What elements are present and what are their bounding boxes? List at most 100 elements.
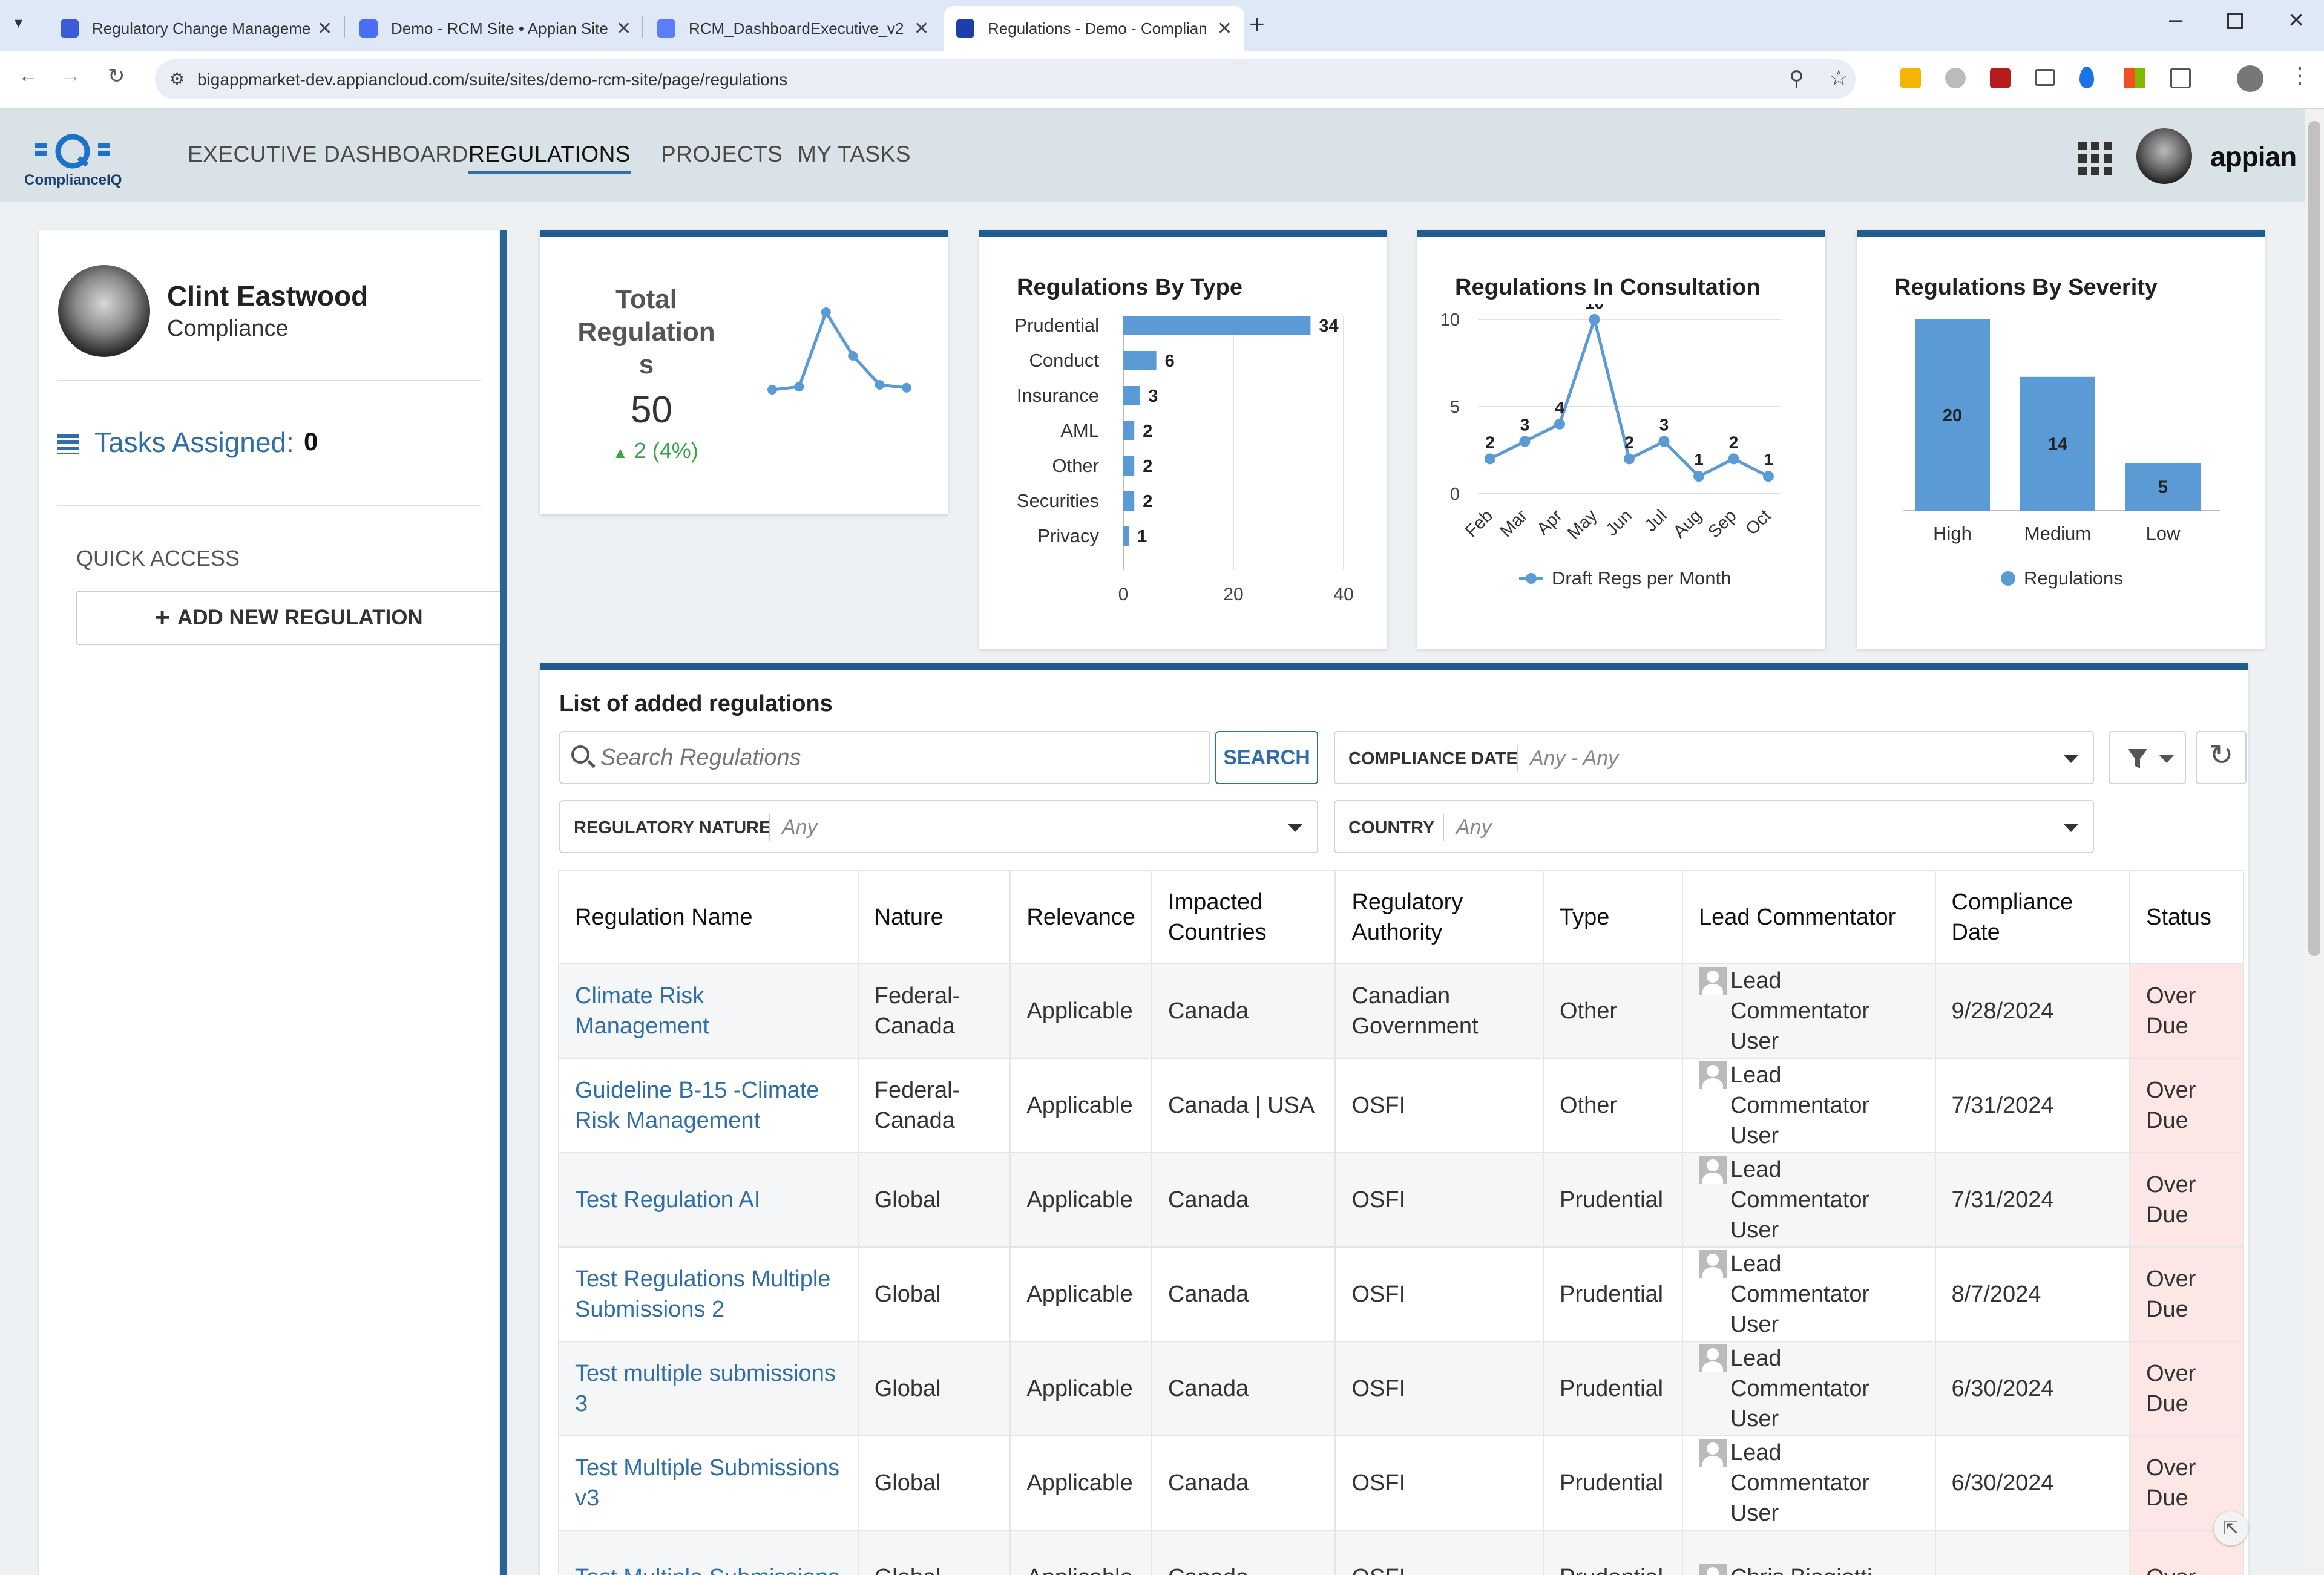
maximize-window-icon[interactable] bbox=[2227, 13, 2243, 29]
column-header[interactable]: Impacted Countries bbox=[1151, 870, 1336, 964]
search-icon-handle bbox=[587, 759, 596, 768]
chevron-down-icon bbox=[1288, 824, 1302, 832]
countries-cell: Canada bbox=[1151, 1152, 1336, 1248]
browser-menu-icon[interactable]: ⋮ bbox=[2289, 63, 2311, 88]
close-tab-icon[interactable]: ✕ bbox=[1217, 18, 1232, 39]
close-tab-icon[interactable]: ✕ bbox=[616, 18, 631, 39]
close-tab-icon[interactable]: ✕ bbox=[914, 18, 929, 39]
regulation-name-link[interactable]: Test Regulations Multiple Submissions 2 bbox=[558, 1246, 859, 1342]
table-row[interactable]: Test Regulation AI Global Applicable Canada… bbox=[558, 1152, 2244, 1248]
regulation-name-link[interactable]: Test multiple submissions 3 bbox=[558, 1341, 859, 1436]
data-label: 1 bbox=[1137, 527, 1147, 546]
profile-avatar-icon[interactable] bbox=[2237, 65, 2263, 92]
regulatory-nature-filter[interactable]: REGULATORY NATURE Any bbox=[559, 800, 1318, 853]
bookmark-star-icon[interactable]: ☆ bbox=[1829, 65, 1848, 91]
nav-my-tasks[interactable]: MY TASKS bbox=[798, 142, 911, 167]
extension-icon[interactable] bbox=[2079, 67, 2094, 88]
date-cell: 7/31/2024 bbox=[1934, 1058, 2131, 1153]
legend-marker bbox=[2001, 571, 2015, 586]
extension-icon[interactable] bbox=[1900, 68, 1921, 88]
country-filter[interactable]: COUNTRY Any bbox=[1334, 800, 2094, 853]
table-row[interactable]: Test Regulations Multiple Submissions 2G… bbox=[558, 1246, 2244, 1342]
column-header[interactable]: Nature bbox=[857, 870, 1011, 964]
browser-tab-3[interactable]: RCM_DashboardExecutive_v2 · ✕ bbox=[645, 6, 941, 51]
nav-executive-dashboard[interactable]: EXECUTIVE DASHBOARD bbox=[188, 142, 468, 167]
data-point bbox=[1519, 436, 1531, 447]
new-tab-icon[interactable]: + bbox=[1249, 10, 1265, 40]
x-tick-label: Oct bbox=[1742, 506, 1775, 539]
close-tab-icon[interactable]: ✕ bbox=[317, 18, 332, 39]
filter-separator bbox=[1517, 745, 1518, 772]
apps-grid-icon[interactable] bbox=[2078, 142, 2112, 175]
table-row[interactable]: Climate Risk Management Federal-Canada App… bbox=[558, 963, 2244, 1059]
x-tick-label: Jul bbox=[1641, 506, 1671, 535]
column-header[interactable]: Status bbox=[2129, 870, 2244, 964]
browser-tab-1[interactable]: Regulatory Change Manageme ✕ bbox=[48, 6, 344, 51]
close-window-icon[interactable]: ✕ bbox=[2288, 8, 2305, 33]
microsoft-icon[interactable] bbox=[2124, 68, 2145, 88]
search-button-label: SEARCH bbox=[1223, 745, 1310, 769]
countries-cell: Canada bbox=[1151, 1435, 1336, 1531]
browser-tab-2[interactable]: Demo - RCM Site • Appian Site ✕ bbox=[347, 6, 643, 51]
browser-tab-active[interactable]: Regulations - Demo - Complian ✕ bbox=[944, 6, 1244, 51]
scrollbar-thumb[interactable] bbox=[2308, 121, 2320, 956]
extension-icon[interactable] bbox=[1945, 68, 1966, 88]
nav-projects[interactable]: PROJECTS bbox=[661, 142, 783, 167]
page-scrollbar[interactable] bbox=[2305, 109, 2324, 1575]
extension-icon[interactable] bbox=[2035, 69, 2055, 86]
type-cell: Prudential bbox=[1543, 1530, 1683, 1575]
countries-cell: Canada bbox=[1151, 1246, 1336, 1342]
data-label: 3 bbox=[1659, 416, 1669, 434]
card-title: Regulations By Type bbox=[1017, 275, 1243, 300]
countries-cell: Canada bbox=[1151, 1530, 1336, 1575]
regulation-name-link[interactable]: Test Multiple Submissions v3 bbox=[558, 1435, 859, 1531]
tab-search-icon[interactable]: ▾ bbox=[15, 13, 22, 32]
filter-separator bbox=[769, 814, 770, 841]
forward-icon[interactable]: → bbox=[61, 64, 81, 88]
search-input[interactable] bbox=[600, 742, 1200, 773]
column-header[interactable]: Regulatory Authority bbox=[1334, 870, 1544, 964]
column-header[interactable]: Relevance bbox=[1009, 870, 1152, 964]
tab-separator bbox=[344, 16, 345, 38]
ublock-icon[interactable] bbox=[1990, 68, 2011, 88]
tasks-assigned-label[interactable]: Tasks Assigned: bbox=[94, 426, 294, 459]
data-point bbox=[1589, 314, 1600, 325]
refresh-button[interactable]: ↻ bbox=[2196, 731, 2247, 784]
regulation-name-link[interactable]: Climate Risk Management bbox=[558, 963, 859, 1059]
table-row[interactable]: Test multiple submissions 3 Global Applica… bbox=[558, 1341, 2244, 1436]
category-label: Securities bbox=[1017, 490, 1099, 511]
data-label: 14 bbox=[2048, 434, 2067, 454]
floating-select-icon[interactable]: ⇱ bbox=[2214, 1511, 2248, 1545]
date-cell: 7/31/2024 bbox=[1934, 1152, 2131, 1248]
add-new-regulation-button[interactable]: + ADD NEW REGULATION bbox=[76, 591, 501, 645]
table-row[interactable]: Guideline B-15 -Climate Risk Management F… bbox=[558, 1058, 2244, 1153]
zoom-icon[interactable]: ⚲ bbox=[1789, 67, 1804, 91]
column-header[interactable]: Regulation Name bbox=[558, 870, 859, 964]
minimize-window-icon[interactable]: – bbox=[2169, 6, 2182, 33]
address-bar[interactable]: ⚙ bigappmarket-dev.appiancloud.com/suite… bbox=[155, 59, 1856, 99]
sparkline-point bbox=[767, 385, 777, 395]
back-icon[interactable]: ← bbox=[18, 64, 39, 88]
search-button[interactable]: SEARCH bbox=[1215, 731, 1318, 784]
site-info-icon[interactable]: ⚙ bbox=[169, 69, 185, 89]
filter-menu-button[interactable] bbox=[2109, 731, 2186, 784]
table-row[interactable]: Test Multiple Submissions v3 Global Applic… bbox=[558, 1435, 2244, 1531]
regulation-name-link[interactable]: Test Regulation AI bbox=[558, 1152, 859, 1248]
status-cell: Over Due bbox=[2129, 1246, 2244, 1342]
column-header[interactable]: Type bbox=[1543, 870, 1683, 964]
reload-icon[interactable]: ↻ bbox=[108, 64, 125, 88]
column-header[interactable]: Compliance Date bbox=[1934, 870, 2131, 964]
table-row[interactable]: Test Multiple SubmissionsGlobalApplicabl… bbox=[558, 1530, 2244, 1575]
compliance-date-filter[interactable]: COMPLIANCE DATE Any - Any bbox=[1334, 731, 2094, 784]
user-avatar[interactable] bbox=[2136, 128, 2192, 184]
search-box[interactable] bbox=[559, 731, 1210, 784]
data-label: 2 bbox=[1624, 433, 1634, 451]
nav-regulations[interactable]: REGULATIONS bbox=[468, 142, 631, 174]
regulation-name-link[interactable]: Test Multiple Submissions bbox=[558, 1530, 859, 1575]
type-cell: Prudential bbox=[1543, 1152, 1683, 1248]
category-label: Prudential bbox=[1014, 315, 1099, 336]
compliance-iq-logo[interactable]: ComplianceIQ bbox=[23, 126, 126, 188]
extensions-puzzle-icon[interactable] bbox=[2170, 68, 2191, 88]
column-header[interactable]: Lead Commentator bbox=[1681, 870, 1936, 964]
regulation-name-link[interactable]: Guideline B-15 -Climate Risk Management bbox=[558, 1058, 859, 1153]
